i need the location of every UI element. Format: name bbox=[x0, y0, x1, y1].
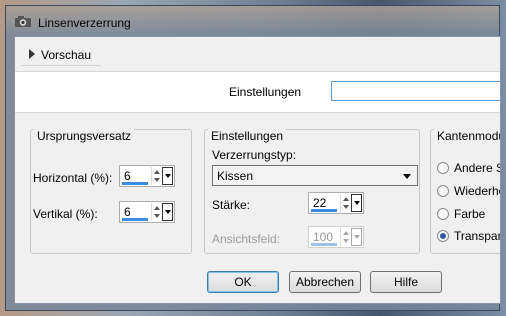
field-of-view-spinbox[interactable]: 100 bbox=[308, 226, 364, 248]
field-of-view-label: Ansichtsfeld: bbox=[212, 232, 281, 246]
window-title: Linsenverzerrung bbox=[38, 16, 131, 30]
radio-label: Andere Se bbox=[454, 161, 500, 175]
strength-dropdown-button[interactable] bbox=[351, 194, 362, 212]
field-of-view-dropdown-button[interactable] bbox=[351, 228, 362, 246]
chevron-down-icon bbox=[403, 174, 411, 179]
help-button[interactable]: Hilfe bbox=[370, 271, 442, 293]
settings-group: Einstellungen Verzerrungstyp: Kissen Stä… bbox=[204, 129, 420, 254]
radio-button[interactable] bbox=[437, 162, 449, 174]
vertical-dropdown-button[interactable] bbox=[162, 203, 173, 221]
distortion-type-select[interactable]: Kissen bbox=[212, 165, 418, 186]
vertical-label: Vertikal (%): bbox=[33, 207, 98, 221]
expand-arrow-icon bbox=[29, 49, 35, 59]
horizontal-value: 6 bbox=[124, 169, 131, 183]
preview-toggle[interactable]: Vorschau bbox=[21, 43, 101, 66]
stepper-up-icon[interactable] bbox=[343, 231, 349, 235]
field-of-view-stepper[interactable] bbox=[340, 228, 351, 246]
strength-label: Stärke: bbox=[212, 198, 251, 212]
radio-label: Wiederhol bbox=[454, 184, 500, 198]
edge-mode-group: Kantenmodus Andere Se Wiederhol Farbe Tr… bbox=[430, 129, 500, 254]
field-of-view-slider-bar[interactable] bbox=[311, 243, 337, 246]
group-title-edge-mode: Kantenmodus bbox=[434, 129, 500, 143]
strength-slider-bar[interactable] bbox=[311, 209, 337, 212]
radio-button-selected[interactable] bbox=[437, 230, 449, 242]
radio-button[interactable] bbox=[437, 185, 449, 197]
field-of-view-value: 100 bbox=[313, 230, 334, 244]
horizontal-label: Horizontal (%): bbox=[33, 171, 113, 185]
strength-spinbox[interactable]: 22 bbox=[308, 192, 364, 214]
vertical-spinbox[interactable]: 6 bbox=[119, 201, 175, 223]
ok-button[interactable]: OK bbox=[207, 271, 279, 293]
horizontal-dropdown-button[interactable] bbox=[162, 167, 173, 185]
stepper-up-icon[interactable] bbox=[154, 206, 160, 210]
title-bar[interactable]: Linsenverzerrung bbox=[6, 6, 499, 36]
dialog-window: Linsenverzerrung Vorschau Einstellungen … bbox=[5, 5, 501, 311]
preset-row: Einstellungen bbox=[15, 71, 500, 113]
radio-label: Transpare bbox=[454, 229, 500, 243]
vertical-stepper[interactable] bbox=[151, 203, 162, 221]
vertical-value: 6 bbox=[124, 205, 131, 219]
radio-button[interactable] bbox=[437, 208, 449, 220]
preset-label: Einstellungen bbox=[229, 85, 302, 99]
origin-offset-group: Ursprungsversatz Horizontal (%): 6 Verti… bbox=[30, 129, 192, 254]
stepper-up-icon[interactable] bbox=[154, 170, 160, 174]
group-title-origin: Ursprungsversatz bbox=[34, 129, 135, 143]
horizontal-slider-bar[interactable] bbox=[122, 182, 148, 185]
stepper-down-icon[interactable] bbox=[154, 214, 160, 218]
distortion-type-label: Verzerrungstyp: bbox=[212, 148, 297, 162]
strength-stepper[interactable] bbox=[340, 194, 351, 212]
stepper-down-icon[interactable] bbox=[343, 239, 349, 243]
app-icon bbox=[15, 16, 31, 27]
radio-label: Farbe bbox=[454, 207, 486, 221]
stepper-down-icon[interactable] bbox=[343, 205, 349, 209]
group-title-settings: Einstellungen bbox=[208, 129, 287, 143]
horizontal-stepper[interactable] bbox=[151, 167, 162, 185]
horizontal-spinbox[interactable]: 6 bbox=[119, 165, 175, 187]
cancel-button[interactable]: Abbrechen bbox=[289, 271, 361, 293]
stepper-up-icon[interactable] bbox=[343, 197, 349, 201]
dialog-content: Vorschau Einstellungen Ursprungsversatz … bbox=[14, 36, 501, 304]
vertical-slider-bar[interactable] bbox=[122, 218, 148, 221]
preset-input[interactable] bbox=[331, 81, 500, 101]
stepper-down-icon[interactable] bbox=[154, 178, 160, 182]
distortion-type-value: Kissen bbox=[217, 169, 254, 183]
preview-label: Vorschau bbox=[41, 48, 92, 62]
strength-value: 22 bbox=[313, 196, 327, 210]
